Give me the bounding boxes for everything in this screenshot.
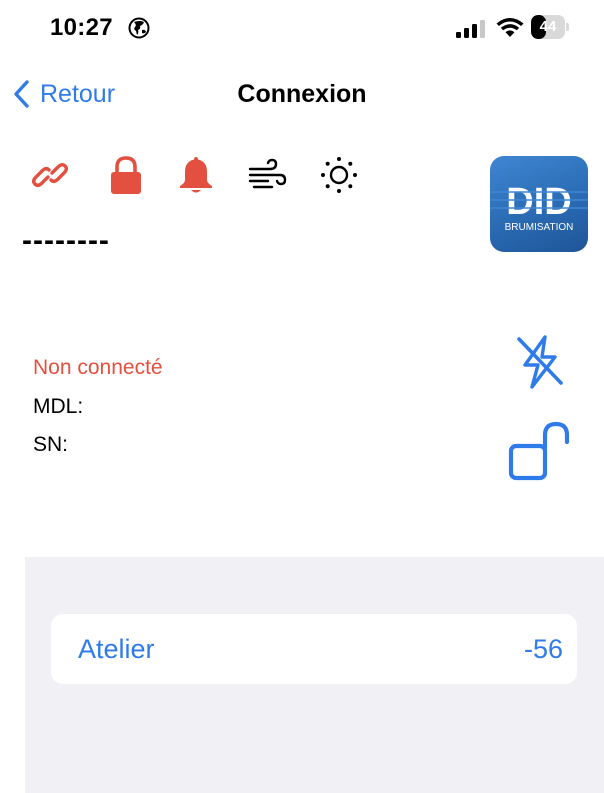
- sun-icon: [321, 157, 357, 193]
- wifi-icon: [496, 18, 524, 37]
- mdl-label: MDL:: [33, 395, 84, 418]
- bell-icon: [180, 157, 212, 193]
- lock-icon: [111, 156, 141, 194]
- logo-subtitle: BRUMISATION: [505, 222, 574, 233]
- battery-body: 44: [531, 15, 565, 39]
- did-brumisation-logo: DID BRUMISATION: [490, 156, 588, 252]
- unlock-icon[interactable]: [503, 420, 575, 484]
- list-item-label: Atelier: [78, 634, 155, 664]
- link-icon: [32, 163, 68, 187]
- logo-graphic: DID BRUMISATION: [490, 181, 588, 233]
- device-name-placeholder: --------: [22, 224, 110, 257]
- wind-icon: [248, 158, 287, 189]
- page-title: Connexion: [237, 80, 367, 108]
- logo-brand: DID: [506, 181, 571, 223]
- list-item-atelier[interactable]: Atelier -56: [51, 614, 577, 684]
- globe-icon: [128, 17, 150, 39]
- cellular-signal-icon: [456, 20, 485, 38]
- bolt-slash-icon[interactable]: [515, 333, 565, 391]
- battery-percentage: 44: [539, 18, 557, 35]
- battery-indicator: 44: [531, 15, 571, 39]
- connection-status: Non connecté: [33, 356, 163, 379]
- battery-cap: [566, 23, 569, 31]
- status-bar: 10:27 44: [0, 0, 604, 54]
- sn-label: SN:: [33, 433, 69, 456]
- status-time: 10:27: [50, 14, 113, 41]
- list-item-value: -56: [523, 634, 563, 664]
